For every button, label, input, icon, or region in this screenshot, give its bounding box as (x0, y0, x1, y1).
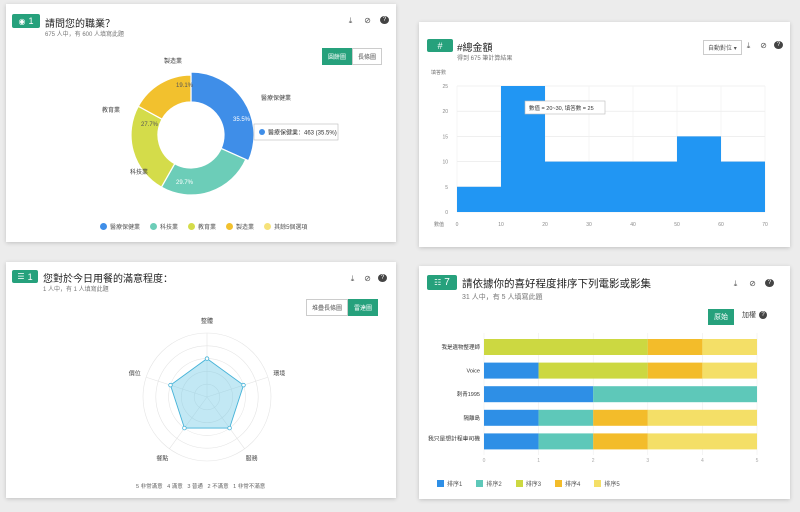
legend-item[interactable]: 排序3 (515, 479, 541, 488)
radar-point[interactable] (182, 425, 187, 431)
stacked-bar-segment[interactable] (538, 409, 594, 426)
legend-item[interactable]: 製造業 (226, 222, 254, 231)
x-tick-label: 20 (542, 222, 548, 228)
slice-percent: 19.1% (176, 83, 194, 89)
x-tick-label: 3 (646, 458, 649, 464)
radar-area (169, 358, 245, 429)
stacked-bar-segment[interactable] (538, 433, 594, 450)
radar-point[interactable] (168, 382, 173, 388)
radar-axis-label: 整體 (201, 317, 213, 325)
radar-axis-label: 環境 (273, 370, 285, 378)
legend-item[interactable]: 排序5 (594, 479, 620, 488)
radar-axis-label: 餐點 (156, 454, 168, 462)
scale-legend: 5 非常滿意 4 滿意 3 普通 2 不滿意 1 非常不滿意 (136, 484, 266, 490)
stacked-bar-segment[interactable] (593, 386, 757, 403)
x-tick-label: 0 (483, 458, 486, 464)
radar-chart: 整體環境服務 餐點 價位 (129, 317, 286, 462)
svg-text:醫療保健業：463 (35.5%): 醫療保健業：463 (35.5%) (268, 129, 337, 137)
histogram-bar[interactable] (545, 161, 589, 212)
histogram-bar[interactable] (633, 161, 677, 212)
y-tick-label: 25 (442, 84, 448, 90)
stacked-bar-segment[interactable] (484, 362, 539, 379)
ranking-legend: 排序1 排序2 排序3 排序4 排序5 (437, 479, 620, 488)
stacked-bar-segment[interactable] (647, 362, 703, 379)
histogram-bar[interactable] (721, 161, 765, 212)
radar-point[interactable] (204, 356, 210, 361)
slice-label: 科技業 (130, 168, 148, 176)
x-tick-label: 30 (586, 222, 592, 228)
row-label: 我只是想計程車司機 (428, 434, 481, 442)
slice-percent: 35.5% (233, 117, 251, 123)
stacked-bar-segment[interactable] (702, 362, 757, 379)
question-card-satisfaction: ☰ 1 您對於今日用餐的滿意程度： 1 人中，有 1 人填寫此題 ⤓ ⊘ ? 堆… (6, 262, 396, 498)
donut-slice[interactable] (160, 147, 247, 196)
x-axis-unit: 數值 (434, 221, 444, 228)
x-tick-label: 4 (701, 458, 704, 464)
radar-point[interactable] (241, 382, 246, 388)
y-tick-label: 10 (442, 160, 448, 166)
legend-item[interactable]: 排序1 (437, 479, 462, 488)
legend-item[interactable]: 其餘5個選項 (264, 222, 307, 231)
legend-item[interactable]: 排序4 (555, 479, 580, 488)
question-card-total-amount: # #總金額 得到 675 筆計算結果 自動對位 ▾ ⤓ ⊘ ? 填答數 數值 … (419, 22, 790, 247)
pie-tooltip: 醫療保健業：463 (35.5%) (253, 123, 339, 141)
y-tick-label: 0 (445, 210, 448, 216)
legend-item[interactable]: 排序2 (476, 479, 502, 488)
stacked-bar-segment[interactable] (647, 409, 757, 426)
row-label: 我是遺物整理師 (441, 343, 480, 351)
stacked-bar-segment[interactable] (484, 386, 594, 403)
radar-axis-label: 價位 (129, 370, 141, 378)
y-tick-label: 5 (445, 185, 448, 191)
slice-label: 教育業 (102, 106, 120, 114)
histogram-chart: 填答數 數值 25201510500 10 20 30 40 50 60 70 數值 = 20… (431, 69, 768, 228)
x-tick-label: 10 (498, 222, 504, 228)
donut-chart: 醫療保健業 科技業 教育業 製造業 35.5% 29.7% 27.7% 19.1… (102, 57, 339, 196)
row-label: Voice (467, 369, 480, 375)
legend-item[interactable]: 科技業 (150, 222, 178, 231)
question-card-occupation: ◉ 1 請問您的職業？ 675 人中，有 600 人填寫此題 ⤓ ⊘ ? 圓餅圖… (6, 4, 396, 242)
x-tick-label: 2 (592, 458, 595, 464)
y-tick-label: 15 (442, 134, 448, 140)
ranking-stacked-bar-chart: 0 1 2 3 4 5 我是遺物整理師 Voice 刺青1995 隔離島我只是想計程車司機 (428, 333, 759, 464)
x-tick-label: 0 (456, 222, 459, 228)
question-card-ranking: ☷ 7 請依據你的喜好程度排序下列電影或影集 31 人中，有 5 人填寫此題 ⤓… (419, 266, 790, 499)
y-axis-unit: 填答數 (431, 69, 446, 76)
stacked-bar-segment[interactable] (702, 339, 757, 355)
legend-item[interactable]: 教育業 (188, 222, 216, 231)
radar-point[interactable] (227, 425, 232, 431)
stacked-bar-segment[interactable] (484, 433, 539, 450)
x-tick-label: 5 (756, 458, 759, 464)
donut-legend: 醫療保健業 科技業 教育業 製造業 其餘5個選項 (100, 222, 307, 231)
y-tick-label: 20 (442, 109, 448, 115)
stacked-bar-segment[interactable] (484, 409, 539, 426)
stacked-bar-segment[interactable] (484, 339, 648, 355)
stacked-bar-segment[interactable] (593, 409, 648, 426)
stacked-bar-segment[interactable] (593, 433, 648, 450)
stacked-bar-segment[interactable] (538, 362, 648, 379)
stacked-bar-segment[interactable] (647, 433, 757, 450)
histogram-tooltip: 數值 = 20~30, 填答數 = 25 (524, 100, 606, 115)
histogram-bar[interactable] (457, 186, 501, 212)
x-tick-label: 50 (674, 222, 680, 228)
svg-text:數值 = 20~30, 填答數 = 25: 數值 = 20~30, 填答數 = 25 (529, 104, 594, 112)
histogram-bar[interactable] (589, 161, 633, 212)
slice-percent: 29.7% (176, 180, 194, 186)
x-tick-label: 70 (762, 222, 768, 228)
slice-percent: 27.7% (141, 122, 159, 128)
stacked-bar-segment[interactable] (647, 339, 703, 355)
legend-item[interactable]: 醫療保健業 (100, 222, 140, 231)
x-tick-label: 60 (718, 222, 724, 228)
x-tick-label: 1 (537, 458, 540, 464)
radar-axis-label: 服務 (246, 454, 258, 462)
row-label: 隔離島 (463, 414, 480, 422)
row-label: 刺青1995 (457, 390, 480, 398)
slice-label: 製造業 (164, 57, 182, 65)
x-tick-label: 40 (630, 222, 636, 228)
histogram-bar[interactable] (677, 136, 721, 212)
slice-label: 醫療保健業 (261, 94, 291, 102)
